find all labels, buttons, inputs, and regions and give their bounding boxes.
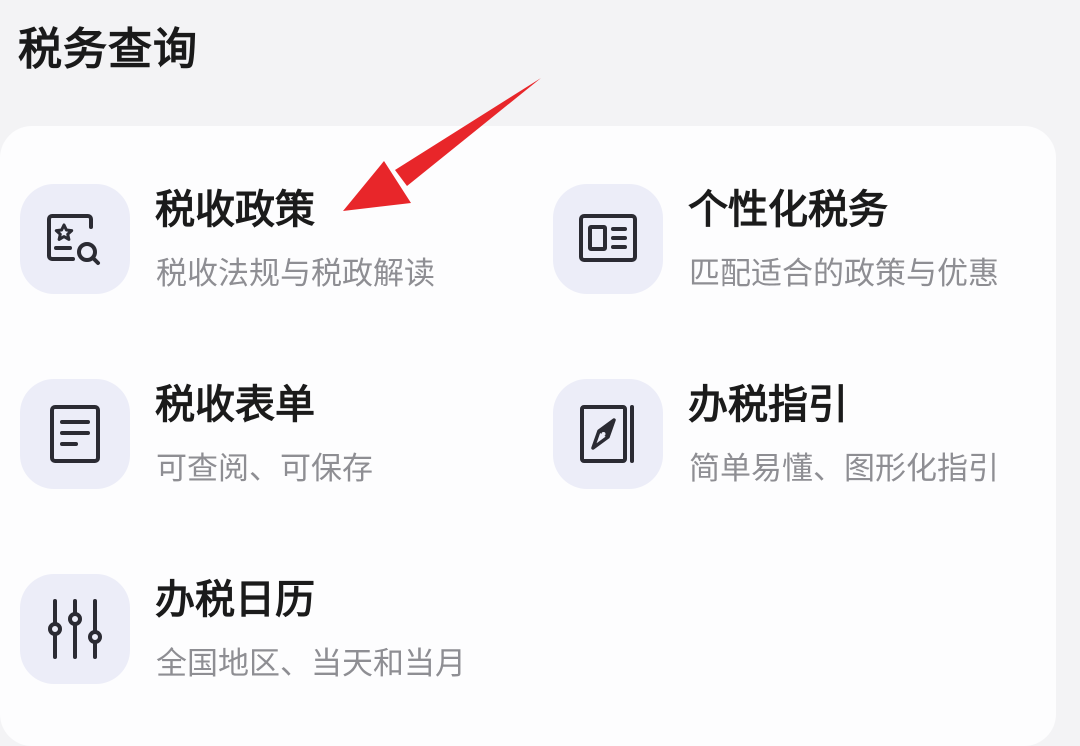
tile-title: 个性化税务 [688, 187, 888, 233]
tile-subtitle: 税收法规与税政解读 [156, 256, 435, 292]
tile-subtitle: 全国地区、当天和当月 [156, 646, 466, 682]
menu-item-tax-guide[interactable]: 办税指引 简单易懂、图形化指引 [553, 379, 1053, 499]
tile-icon-container [553, 379, 663, 489]
sliders-icon [48, 599, 102, 659]
compass-book-icon [580, 405, 634, 463]
tile-icon-container [20, 184, 130, 294]
policy-search-icon [47, 214, 100, 265]
section-title: 税务查询 [18, 24, 198, 75]
menu-item-tax-policy[interactable]: 税收政策 税收法规与税政解读 [20, 184, 520, 304]
tile-icon-container [553, 184, 663, 294]
tile-subtitle: 简单易懂、图形化指引 [689, 451, 999, 487]
tile-title: 税收表单 [155, 382, 315, 428]
tile-icon-container [20, 379, 130, 489]
tile-subtitle: 可查阅、可保存 [156, 451, 373, 487]
menu-item-tax-calendar[interactable]: 办税日历 全国地区、当天和当月 [20, 574, 520, 694]
id-card-icon [579, 214, 637, 262]
tile-subtitle: 匹配适合的政策与优惠 [689, 256, 999, 292]
menu-item-tax-forms[interactable]: 税收表单 可查阅、可保存 [20, 379, 520, 499]
tax-query-card: 税收政策 税收法规与税政解读 个性化税务 匹配适合的政策与优惠 税收表单 可查阅… [0, 126, 1056, 746]
tile-icon-container [20, 574, 130, 684]
document-list-icon [50, 405, 100, 463]
tile-title: 办税指引 [688, 382, 848, 428]
menu-item-personalized-tax[interactable]: 个性化税务 匹配适合的政策与优惠 [553, 184, 1053, 304]
tile-title: 税收政策 [155, 187, 315, 233]
tile-title: 办税日历 [155, 577, 315, 623]
